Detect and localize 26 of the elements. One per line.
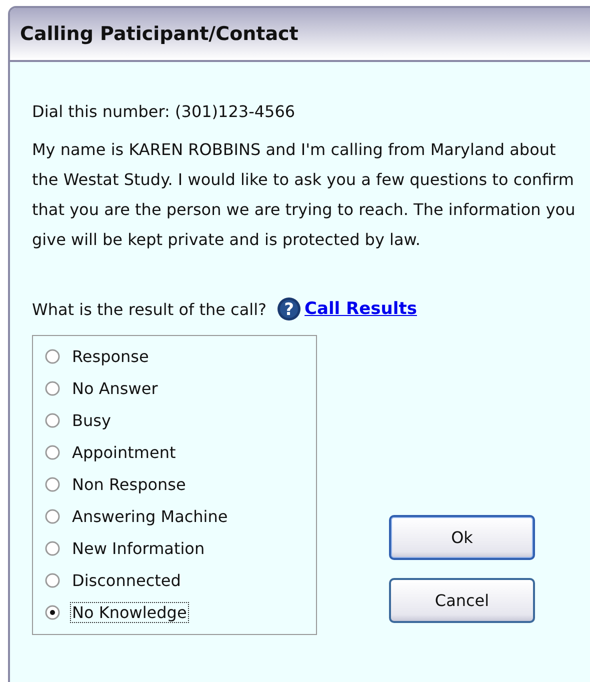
radio-label[interactable]: Disconnected (70, 570, 183, 590)
radio-button[interactable] (45, 604, 60, 620)
dial-instruction: Dial this number: (301)123-4566 (32, 102, 296, 121)
radio-button[interactable] (45, 540, 60, 556)
call-results-link[interactable]: Call Results (304, 299, 417, 319)
radio-button[interactable] (45, 380, 60, 396)
help-icon: ? (276, 297, 301, 321)
radio-button[interactable] (45, 476, 60, 492)
radio-button[interactable] (45, 508, 60, 524)
radio-label[interactable]: Busy (70, 410, 113, 430)
radio-button[interactable] (45, 444, 60, 460)
radio-label[interactable]: New Information (70, 538, 207, 558)
radio-label[interactable]: No Knowledge (70, 602, 189, 622)
radio-label[interactable]: No Answer (70, 378, 160, 398)
cancel-button[interactable]: Cancel (389, 578, 535, 623)
radio-label[interactable]: Non Response (70, 474, 188, 494)
radio-button[interactable] (45, 348, 60, 364)
window-title: Calling Paticipant/Contact (20, 23, 298, 45)
radio-label[interactable]: Answering Machine (70, 506, 230, 526)
radio-button[interactable] (45, 412, 60, 428)
ok-button[interactable]: Ok (389, 515, 535, 560)
radio-label[interactable]: Appointment (70, 442, 178, 462)
radio-label[interactable]: Response (70, 346, 151, 366)
script-paragraph: My name is KAREN ROBBINS and I'm calling from Maryland about the Westat Study. I would like to ask you a few questions to confirm that you are the person we are trying to reach. The information you give will be kept private and is protected by law. (32, 139, 576, 251)
radio-button[interactable] (45, 572, 60, 588)
question-label: What is the result of the call? (32, 300, 267, 318)
